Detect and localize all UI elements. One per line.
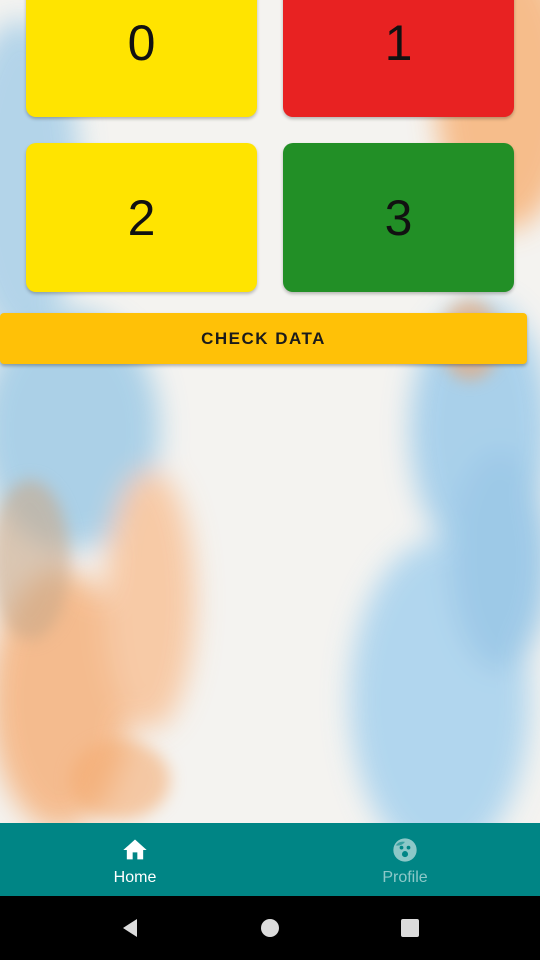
bottom-navigation: Home Profile [0,823,540,896]
recents-square-icon[interactable] [398,916,422,940]
nav-item-label: Home [113,869,157,886]
check-data-label: CHECK DATA [201,328,326,348]
tile-label: 3 [384,189,413,246]
tile-2[interactable]: 2 [26,143,257,292]
face-icon [393,838,417,862]
tile-1[interactable]: 1 [283,0,514,117]
check-data-button[interactable]: CHECK DATA [0,313,527,364]
tile-label: 2 [127,189,156,246]
nav-item-label: Profile [382,869,428,886]
watercolor-background [0,0,540,823]
home-icon [123,839,147,860]
system-navigation-bar [0,896,540,960]
home-circle-icon[interactable] [258,916,282,940]
nav-item-home[interactable]: Home [0,823,270,896]
tile-3[interactable]: 3 [283,143,514,292]
tile-label: 0 [127,14,156,71]
nav-item-profile[interactable]: Profile [270,823,540,896]
tile-label: 1 [384,14,413,71]
tile-0[interactable]: 0 [26,0,257,117]
back-icon[interactable] [118,916,142,940]
